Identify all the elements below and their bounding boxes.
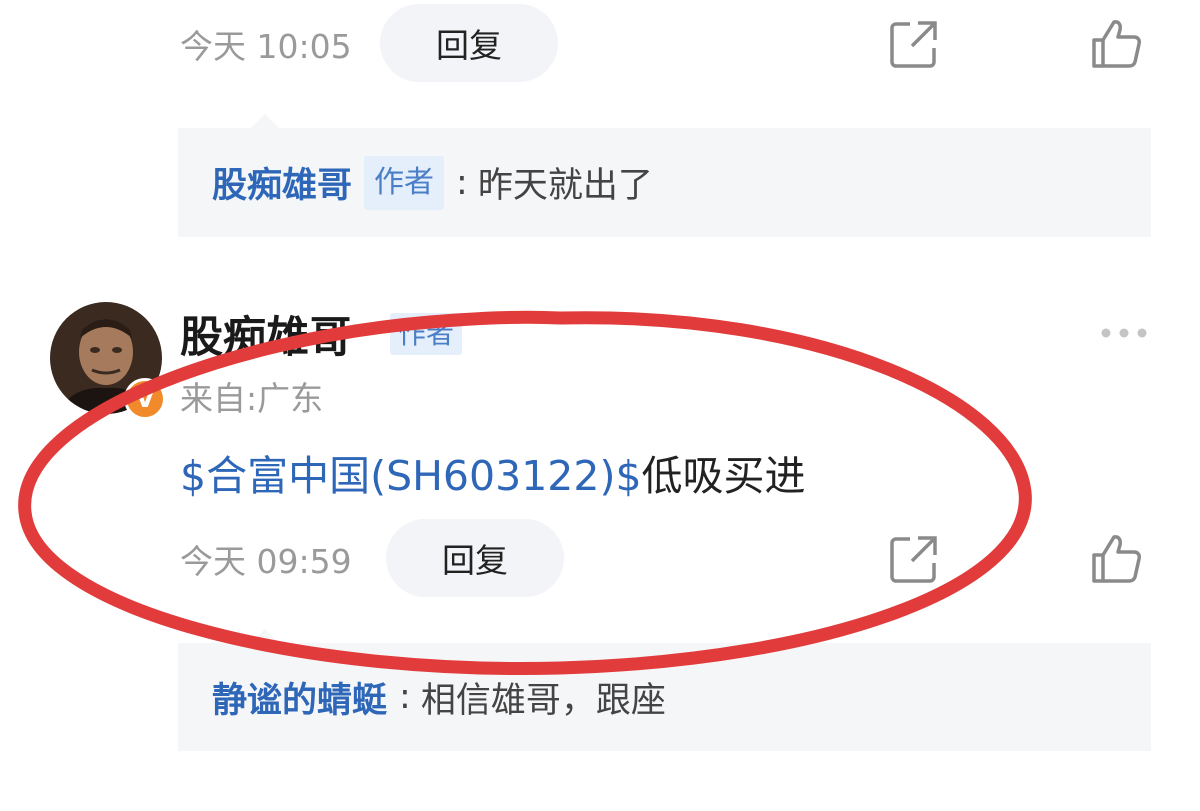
reply-separator: : [456,162,468,203]
share-icon[interactable] [890,20,938,68]
top-comment-timestamp: 今天 10:05 [180,27,352,66]
comment-body: $合富中国(SH603122)$低吸买进 [180,442,806,502]
thumbs-up-icon[interactable] [1090,18,1142,70]
comment-author[interactable]: 股痴雄哥 [180,303,352,365]
reply-author[interactable]: 股痴雄哥 [212,157,352,208]
top-comment-reply-button[interactable]: 回复 [380,4,558,82]
reply-author[interactable]: 静谧的蜻蜓 [212,672,387,723]
comment-reply[interactable]: 静谧的蜻蜓 : 相信雄哥，跟座 [178,629,1151,751]
author-tag: 作者 [364,155,445,210]
comment-author-tag: 作者 [390,313,463,355]
reply-separator: : [399,677,411,717]
more-dots-icon[interactable] [1100,326,1148,340]
thumbs-up-icon[interactable] [1090,533,1142,585]
comment-timestamp: 今天 09:59 [180,542,352,581]
comment-reply-button[interactable]: 回复 [386,519,564,597]
comment-text: 低吸买进 [641,452,806,500]
top-comment-reply[interactable]: 股痴雄哥 作者 : 昨天就出了 [178,114,1151,237]
comment-location: 来自:广东 [180,379,324,418]
top-comment-meta: 今天 10:05 回复 [180,4,1160,84]
share-icon[interactable] [890,535,938,583]
reply-text: 昨天就出了 [477,166,653,206]
reply-text: 相信雄哥，跟座 [420,680,666,721]
comment-thread: 今天 10:05 回复 股痴雄哥 作者 : 昨天就出了 V 股痴雄哥 作者 来自… [0,0,1200,811]
verified-badge: V [124,378,166,420]
comment-meta: 今天 09:59 回复 [180,519,1160,599]
stock-link[interactable]: $合富中国(SH603122)$ [180,452,642,500]
